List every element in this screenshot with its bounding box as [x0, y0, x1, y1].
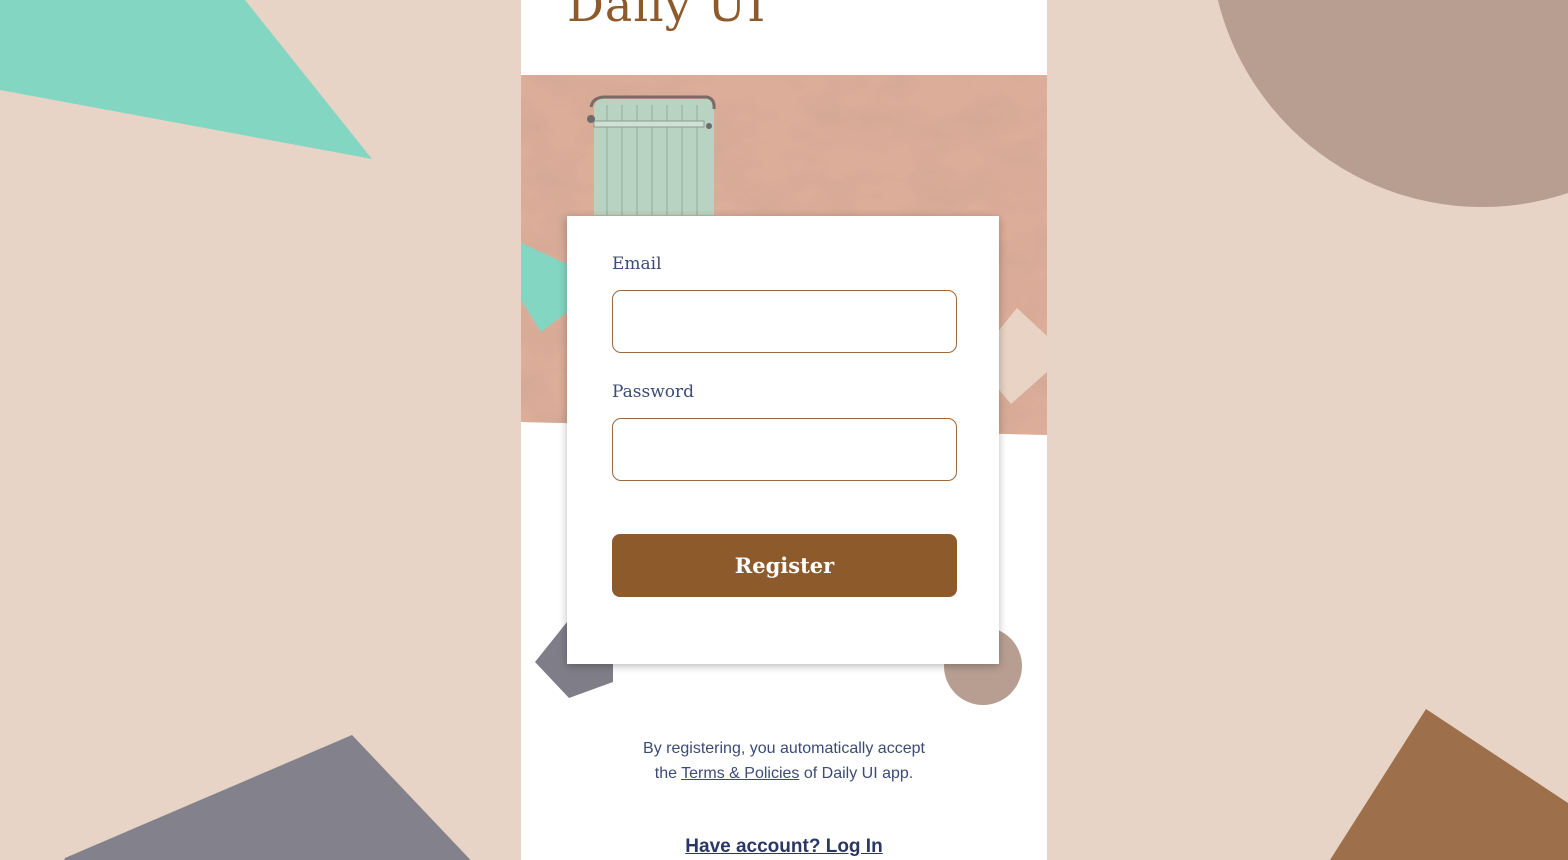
password-label: Password	[612, 382, 695, 402]
slate-quad-shape	[64, 735, 471, 860]
mobile-screen: Daily UI Email Password Register By regi…	[521, 0, 1047, 860]
brown-quad-shape	[1330, 709, 1568, 860]
disclaimer-prefix: the	[654, 765, 677, 782]
email-label: Email	[612, 254, 662, 274]
disclaimer-line-1: By registering, you automatically accept	[643, 740, 925, 757]
register-card: Email Password Register	[567, 216, 999, 664]
terms-disclaimer: By registering, you automatically accept…	[521, 736, 1047, 786]
shutter-image	[587, 95, 716, 215]
teal-triangle-shape	[0, 0, 372, 159]
email-field[interactable]	[612, 290, 957, 353]
password-field[interactable]	[612, 418, 957, 481]
terms-policies-link[interactable]: Terms & Policies	[681, 765, 799, 782]
app-title: Daily UI	[567, 0, 767, 32]
disclaimer-suffix: of Daily UI app.	[803, 765, 914, 782]
login-link[interactable]: Have account? Log In	[521, 836, 1047, 858]
screen: Daily UI Email Password Register By regi…	[0, 0, 1568, 860]
mauve-circle-shape	[1217, 0, 1568, 207]
register-button[interactable]: Register	[612, 534, 957, 597]
